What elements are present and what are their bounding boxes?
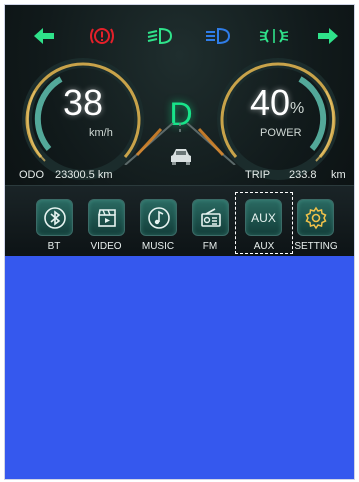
speed-value: 38	[63, 82, 104, 123]
music-button[interactable]	[140, 199, 177, 236]
radio-icon	[200, 207, 221, 227]
speed-unit: km/h	[89, 127, 113, 139]
trip-value: 233.8	[289, 169, 317, 181]
bluetooth-icon	[43, 206, 66, 229]
fm-label: FM	[202, 241, 218, 252]
bt-label: BT	[47, 241, 61, 252]
music-label: MUSIC	[141, 241, 175, 252]
power-value: 40	[250, 82, 291, 123]
setting-button[interactable]	[297, 199, 334, 236]
music-note-icon	[147, 206, 170, 229]
gear-icon	[304, 206, 327, 229]
high-beam-icon	[201, 23, 235, 49]
trip-label: TRIP	[245, 169, 271, 181]
brake-warning-icon	[85, 23, 119, 49]
trip-unit: km	[331, 169, 346, 181]
media-tray: BT VIDEO MUSIC FM AUX AUX SETTING	[5, 185, 354, 256]
power-percent-sign: %	[290, 100, 305, 117]
low-beam-icon	[143, 23, 177, 49]
odo-label: ODO	[19, 169, 45, 181]
car-icon	[171, 149, 191, 165]
bt-button[interactable]	[36, 199, 73, 236]
odo-value: 23300.5 km	[55, 169, 113, 181]
video-clapper-icon	[97, 208, 116, 227]
aux-label: AUX	[253, 241, 275, 252]
aux-tile-text: AUX	[251, 210, 276, 225]
power-label: POWER	[260, 127, 302, 139]
setting-label: SETTING	[294, 241, 338, 252]
right-turn-arrow-icon	[311, 23, 345, 49]
fog-light-icon	[257, 23, 291, 49]
instrument-cluster: 38 km/h 40 % POWER D ODO 23300.5 km TRIP…	[5, 5, 354, 256]
aux-button[interactable]: AUX	[245, 199, 282, 236]
display-screen: 38 km/h 40 % POWER D ODO 23300.5 km TRIP…	[4, 4, 355, 480]
video-label: VIDEO	[90, 241, 122, 252]
odometer-strip: ODO 23300.5 km TRIP 233.8 km	[5, 165, 354, 185]
left-turn-arrow-icon	[27, 23, 61, 49]
video-button[interactable]	[88, 199, 125, 236]
fm-button[interactable]	[192, 199, 229, 236]
